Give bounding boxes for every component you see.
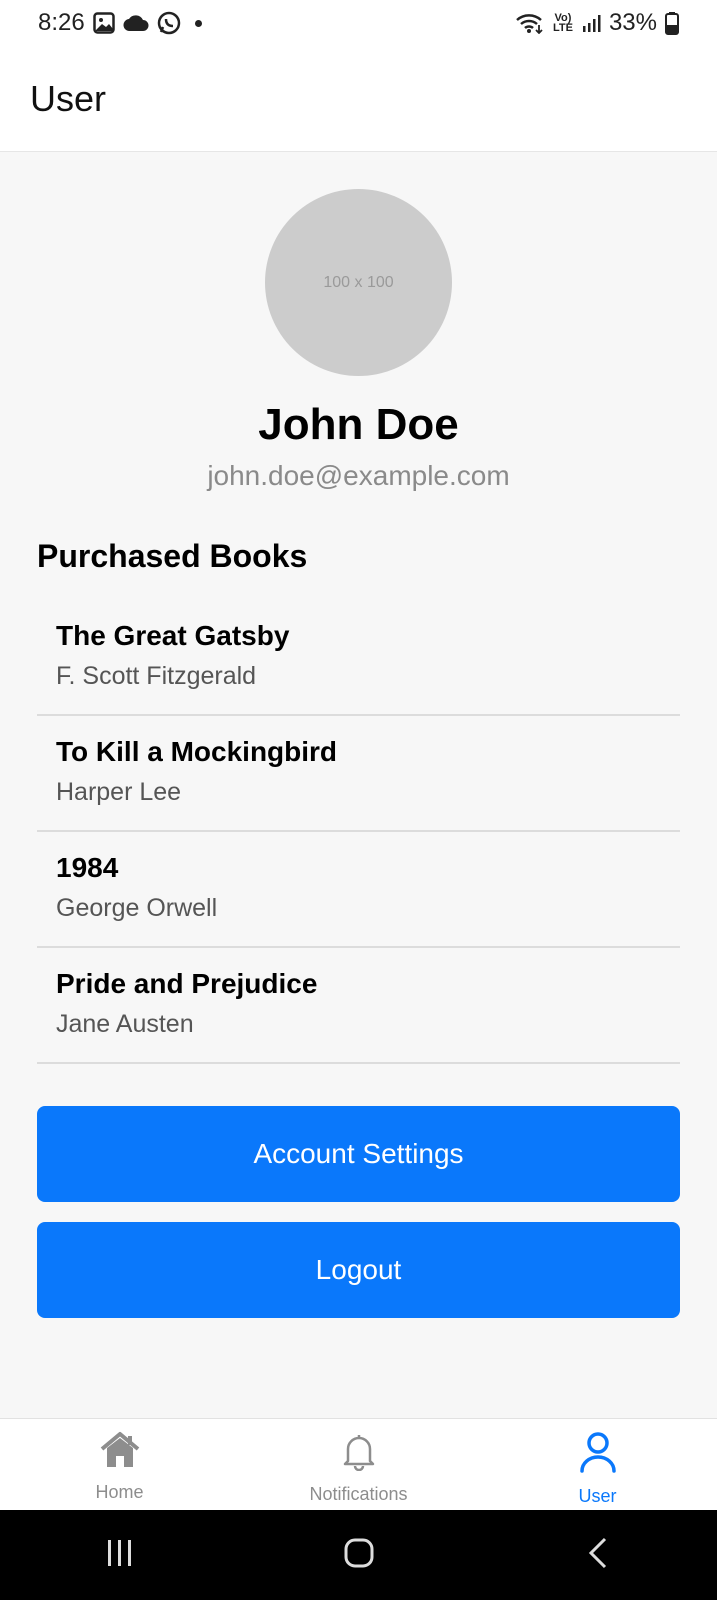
back-button[interactable]	[568, 1525, 628, 1585]
volte-icon: Vo) LTE	[552, 13, 573, 34]
back-chevron-icon	[585, 1536, 611, 1575]
avatar: 100 x 100	[265, 189, 452, 376]
book-item[interactable]: Pride and Prejudice Jane Austen	[37, 948, 680, 1064]
status-left: 8:26	[38, 9, 202, 37]
book-title: The Great Gatsby	[56, 620, 290, 651]
purchased-books-title: Purchased Books	[37, 538, 308, 574]
page-title: User	[30, 78, 107, 119]
book-title: To Kill a Mockingbird	[56, 736, 338, 767]
status-right: Vo) LTE 33%	[515, 9, 679, 37]
logout-button[interactable]: Logout	[37, 1222, 680, 1318]
book-author: Harper Lee	[56, 778, 182, 806]
battery-percent: 33%	[608, 9, 657, 36]
book-title: Pride and Prejudice	[56, 968, 318, 999]
cloud-icon	[123, 14, 149, 32]
book-author: George Orwell	[56, 894, 218, 922]
home-circle-icon	[343, 1537, 375, 1574]
tab-label: Notifications	[309, 1484, 408, 1504]
signal-icon	[581, 13, 601, 33]
book-list: The Great Gatsby F. Scott Fitzgerald To …	[37, 600, 680, 1064]
tab-user[interactable]: User	[478, 1419, 717, 1510]
book-item[interactable]: To Kill a Mockingbird Harper Lee	[37, 716, 680, 832]
bell-icon	[339, 1431, 379, 1476]
bottom-tab-bar: Home Notifications User	[0, 1418, 717, 1510]
book-author: F. Scott Fitzgerald	[56, 662, 257, 690]
recent-apps-button[interactable]	[90, 1525, 150, 1585]
home-icon	[98, 1431, 142, 1474]
tab-notifications[interactable]: Notifications	[239, 1419, 478, 1510]
status-bar: 8:26 Vo) LTE 33%	[0, 0, 717, 46]
book-item[interactable]: 1984 George Orwell	[37, 832, 680, 948]
volte-bottom-text: LTE	[552, 22, 573, 34]
user-name: John Doe	[258, 400, 459, 449]
book-author: Jane Austen	[56, 1010, 194, 1038]
tab-label: Home	[95, 1482, 144, 1502]
app-header: User	[0, 46, 717, 152]
user-email: john.doe@example.com	[207, 460, 510, 491]
book-item[interactable]: The Great Gatsby F. Scott Fitzgerald	[37, 600, 680, 716]
home-system-button[interactable]	[329, 1525, 389, 1585]
wifi-icon	[515, 12, 545, 34]
account-settings-button[interactable]: Account Settings	[37, 1106, 680, 1202]
whatsapp-icon	[157, 11, 181, 35]
system-navigation-bar	[0, 1510, 717, 1600]
battery-icon	[665, 11, 679, 35]
user-icon	[578, 1431, 618, 1478]
avatar-placeholder-text: 100 x 100	[323, 273, 394, 291]
recent-apps-icon	[105, 1538, 135, 1573]
status-time: 8:26	[38, 9, 85, 36]
notification-dot-icon	[194, 19, 202, 27]
gallery-icon	[92, 12, 115, 34]
book-title: 1984	[56, 852, 119, 883]
tab-label: User	[578, 1486, 617, 1506]
tab-home[interactable]: Home	[0, 1419, 239, 1510]
